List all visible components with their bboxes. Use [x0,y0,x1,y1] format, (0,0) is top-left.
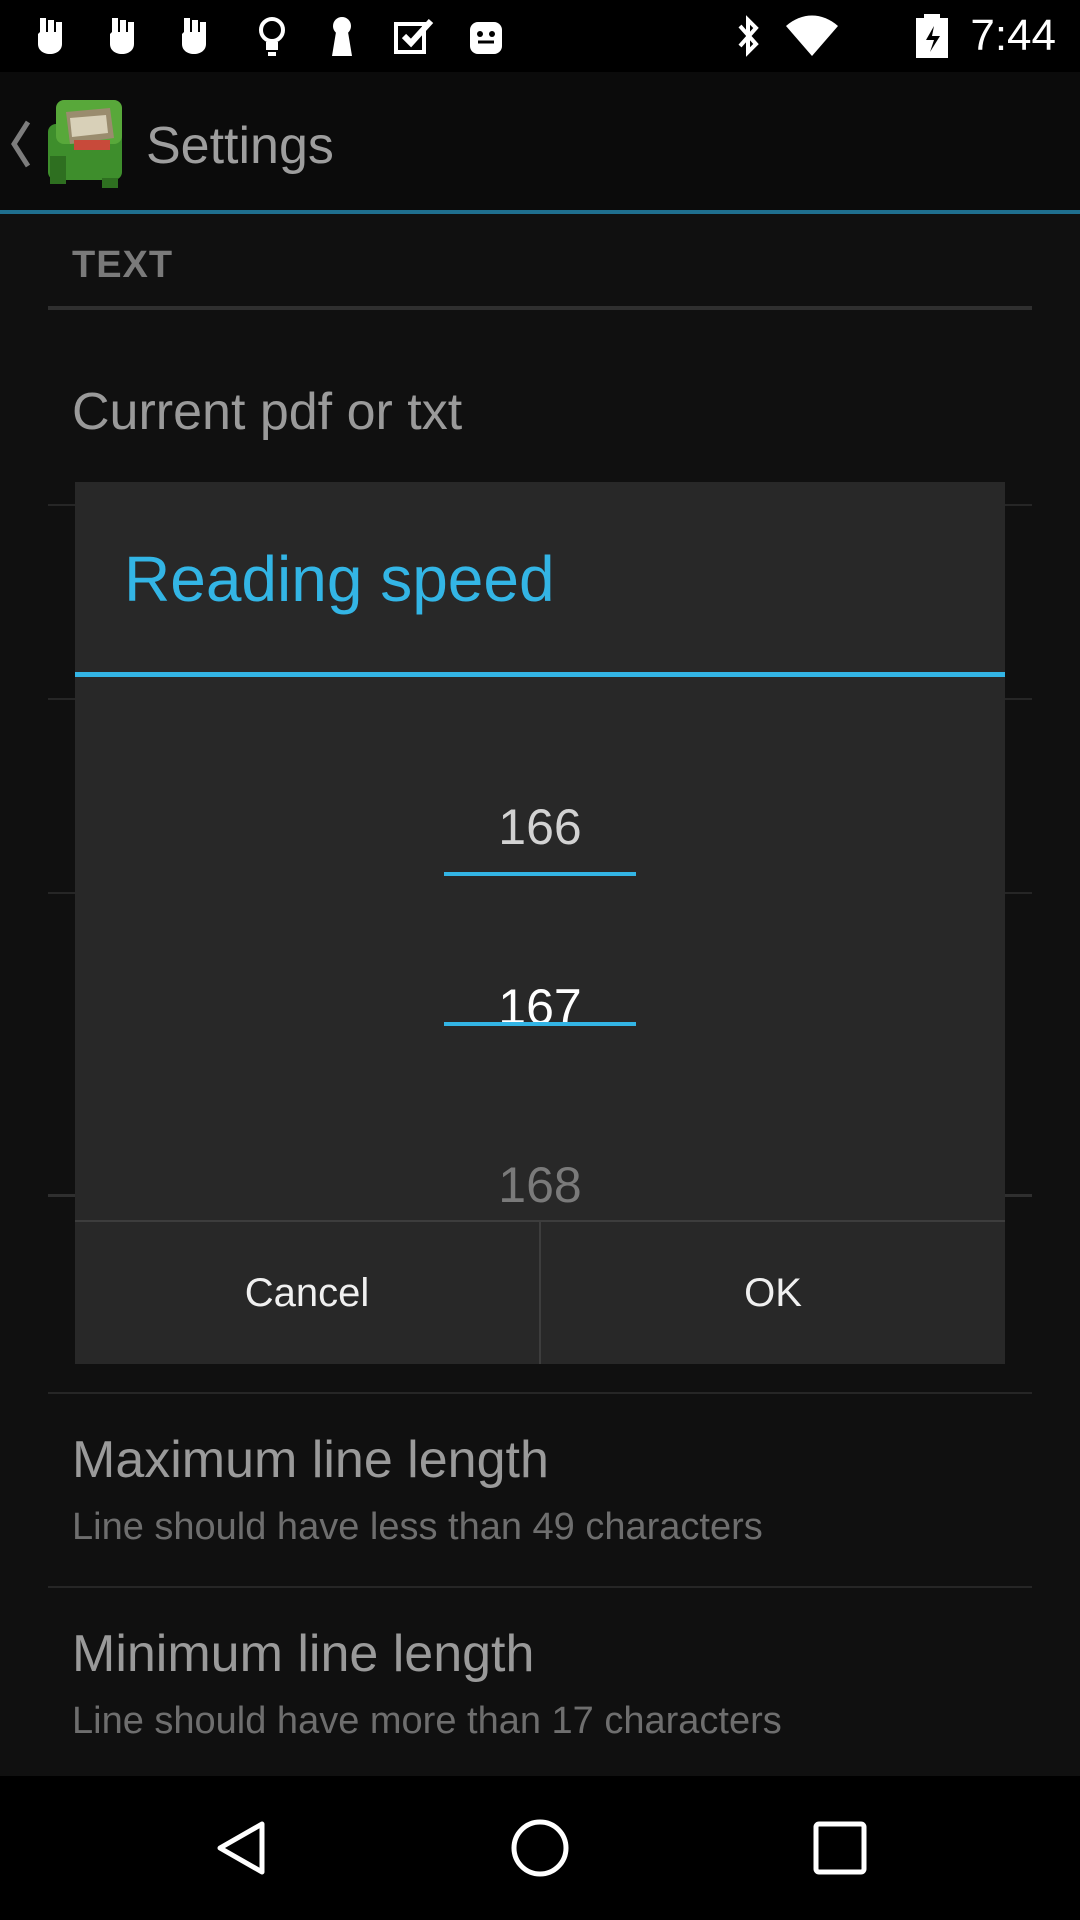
notification-icon [174,14,218,58]
checkbox-icon [392,14,436,58]
dialog-title: Reading speed [124,543,555,615]
lightbulb-icon [250,14,294,58]
ok-button[interactable]: OK [541,1222,1005,1364]
notification-icon [30,14,74,58]
pref-max-line-length-title[interactable]: Maximum line length [72,1430,549,1490]
picker-current-value[interactable]: 167 [75,978,1005,1036]
reading-speed-dialog: Reading speed 166 167 168 Cancel OK [75,482,1005,1364]
picker-selection-line-bottom [444,1022,636,1026]
battery-icon [912,14,952,58]
back-icon[interactable] [210,1816,274,1880]
divider [48,1586,1032,1588]
chevron-left-icon[interactable] [8,116,32,172]
section-header: TEXT [72,244,174,286]
android-icon [464,14,508,58]
navigation-bar [0,1776,1080,1920]
picker-selection-line-top [444,872,636,876]
recents-icon[interactable] [808,1816,872,1880]
status-bar: 7:44 [0,0,1080,72]
divider [48,1392,1032,1394]
app-logo[interactable] [44,94,130,190]
wifi-icon [784,14,840,58]
pref-min-line-length-title[interactable]: Minimum line length [72,1624,534,1684]
picker-next-value[interactable]: 168 [75,1156,1005,1214]
pref-max-line-length-summary: Line should have less than 49 characters [72,1506,763,1548]
status-time: 7:44 [970,11,1056,60]
home-icon[interactable] [508,1816,572,1880]
pref-min-line-length-summary: Line should have more than 17 characters [72,1700,782,1742]
keyhole-icon [320,14,364,58]
picker-previous-value[interactable]: 166 [75,798,1005,856]
dialog-title-divider [75,672,1005,677]
cancel-button[interactable]: Cancel [75,1222,539,1364]
notification-icon [102,14,146,58]
pref-current-file-title[interactable]: Current pdf or txt [72,382,462,442]
bluetooth-icon [726,14,770,58]
page-title: Settings [146,117,334,175]
action-bar: Settings [0,72,1080,212]
section-divider [48,306,1032,310]
